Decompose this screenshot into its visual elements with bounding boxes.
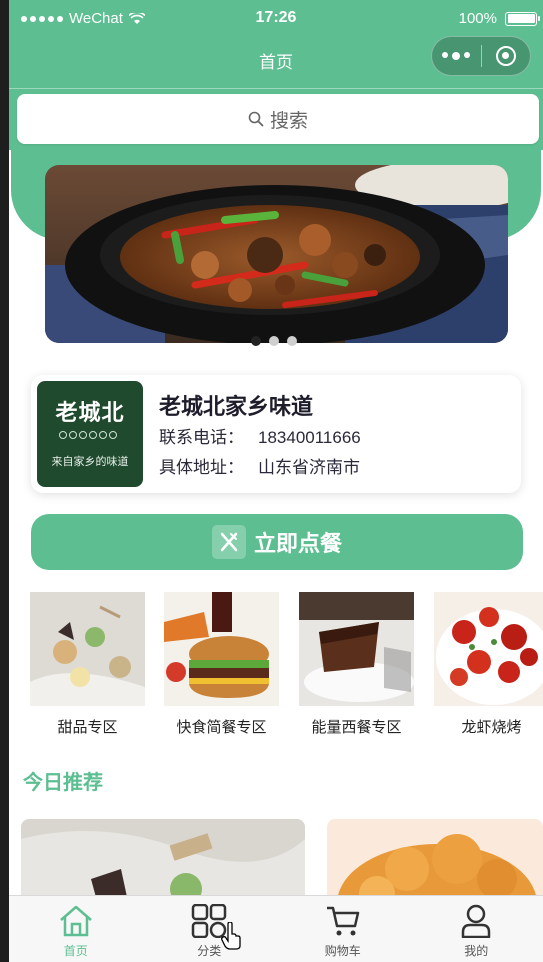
address-value[interactable]: 山东省济南市 xyxy=(258,458,360,477)
chocolate-cake-image xyxy=(299,592,414,706)
shop-phone-row: 联系电话： 18340011666 xyxy=(159,423,361,448)
more-menu-icon[interactable] xyxy=(432,52,481,60)
tab-label: 分类 xyxy=(197,944,222,958)
phone-value[interactable]: 18340011666 xyxy=(258,428,361,447)
nav-divider xyxy=(9,88,543,89)
braised-chicken-pot-image xyxy=(45,165,508,343)
status-right: 100% xyxy=(458,10,540,27)
logo-subtitle: 来自家乡的味道 xyxy=(51,455,129,468)
status-bar: WeChat 17:26 100% xyxy=(9,8,543,30)
tab-cart[interactable]: 购物车 xyxy=(276,896,410,962)
order-now-button[interactable]: 立即点餐 xyxy=(31,514,523,570)
hand-cursor-icon xyxy=(221,922,241,950)
category-western[interactable]: 能量西餐专区 xyxy=(299,592,414,737)
category-label: 快食简餐专区 xyxy=(176,719,267,736)
search-icon xyxy=(248,111,264,127)
today-recommend-title: 今日推荐 xyxy=(23,772,103,794)
user-icon xyxy=(462,904,491,938)
close-mini-program-icon[interactable] xyxy=(481,46,530,66)
address-label: 具体地址： xyxy=(159,458,244,477)
tab-profile[interactable]: 我的 xyxy=(410,896,543,962)
banner-dot[interactable] xyxy=(287,336,297,346)
banner-indicator xyxy=(251,336,297,346)
category-label: 甜品专区 xyxy=(57,719,118,736)
banner-image[interactable] xyxy=(45,165,508,343)
banner-dot[interactable] xyxy=(251,336,261,346)
shop-name: 老城北家乡味道 xyxy=(159,394,314,419)
dessert-image xyxy=(30,592,145,706)
category-label: 能量西餐专区 xyxy=(311,719,402,736)
category-fast-food[interactable]: 快食简餐专区 xyxy=(164,592,279,737)
order-now-label: 立即点餐 xyxy=(253,531,342,556)
utensils-icon xyxy=(211,525,246,559)
search-placeholder: 搜索 xyxy=(269,110,308,132)
tab-label: 首页 xyxy=(63,944,88,958)
banner-dot[interactable] xyxy=(269,336,279,346)
bottom-tab-bar: 首页 分类 购物车 我的 xyxy=(9,895,543,962)
category-list: 甜品专区 快食简餐专区 能量西餐专区 龙虾烧烤 xyxy=(30,592,543,742)
logo-text: 老城北 xyxy=(55,400,125,426)
cart-icon xyxy=(326,906,359,936)
mini-program-capsule xyxy=(431,36,531,76)
shop-info-card: 老城北 来自家乡的味道 老城北家乡味道 联系电话： 18340011666 具体地… xyxy=(31,375,521,493)
shop-address-row: 具体地址： 山东省济南市 xyxy=(159,453,360,478)
tab-label: 我的 xyxy=(464,944,489,958)
search-bar[interactable]: 搜索 xyxy=(17,94,539,144)
battery-icon xyxy=(505,11,540,26)
category-crayfish[interactable]: 龙虾烧烤 xyxy=(434,592,543,737)
crayfish-image xyxy=(434,592,543,706)
app-screen: WeChat 17:26 100% 首页 搜索 老城北 来自家乡的味道 老城北家… xyxy=(9,0,543,962)
burger-image xyxy=(164,592,279,706)
category-dessert[interactable]: 甜品专区 xyxy=(30,592,145,737)
tab-label: 购物车 xyxy=(324,944,361,958)
shop-logo: 老城北 来自家乡的味道 xyxy=(37,381,143,487)
battery-percent: 100% xyxy=(458,10,497,27)
tab-home[interactable]: 首页 xyxy=(9,896,143,962)
tab-category[interactable]: 分类 xyxy=(143,896,277,962)
logo-ornament xyxy=(59,431,117,439)
category-label: 龙虾烧烤 xyxy=(461,719,522,736)
home-icon xyxy=(59,905,92,937)
phone-label: 联系电话： xyxy=(159,428,244,447)
